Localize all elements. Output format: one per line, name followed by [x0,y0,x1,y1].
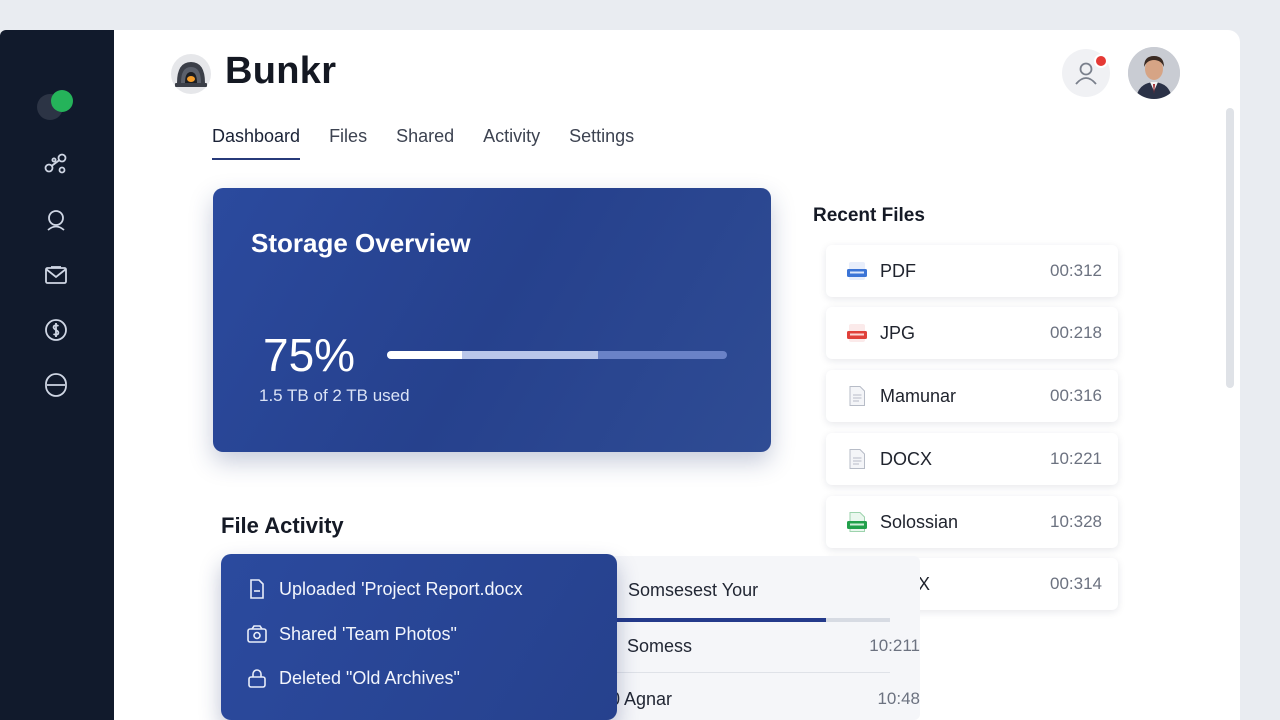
storage-progress-bar [387,351,727,359]
table-row[interactable]: Somess 10:211 [610,636,920,657]
file-time: 00:316 [1050,386,1102,405]
activity-progress-bar [610,618,890,622]
storage-percent: 75% [263,329,356,381]
lock-delete-icon [248,669,266,688]
storage-used-label: 1.5 TB of 2 TB used [259,386,410,405]
app-logo-icon[interactable] [36,87,76,123]
activity-event-text: Deleted "Old Archives" [279,667,460,688]
avatar[interactable] [1128,47,1180,99]
file-name: Mamunar [880,385,957,406]
table-row[interactable]: Somsesest Your [610,580,920,601]
tab-files[interactable]: Files [329,126,367,160]
user-icon[interactable] [42,206,70,234]
share-icon[interactable] [42,150,70,178]
activity-event[interactable]: Uploaded 'Project Report.docx [246,578,523,600]
mail-icon[interactable] [42,261,70,289]
tab-activity[interactable]: Activity [483,126,540,160]
recent-file-row[interactable]: Mamunar 00:316 [826,370,1118,422]
file-name: Solossian [880,511,959,532]
activity-event-text: Uploaded 'Project Report.docx [279,578,523,599]
file-upload-icon [250,579,264,599]
storage-overview-card: Storage Overview 75% 1.5 TB of 2 TB used [213,188,771,452]
row-time: 10:48 [877,689,920,708]
document-icon [849,449,865,469]
tab-shared[interactable]: Shared [396,126,454,160]
activity-event[interactable]: Deleted "Old Archives" [246,667,460,689]
activity-event-text: Shared 'Team Photos" [279,623,457,644]
pdf-badge-red-icon [847,324,867,342]
row-time: 10:211 [869,636,920,655]
row-name: Somess [627,636,693,656]
storage-title: Storage Overview [251,228,471,258]
nav-tabs: Dashboard Files Shared Activity Settings [212,126,634,160]
doc-badge-blue-icon [847,262,867,280]
row-name: Somsesest Your [628,580,759,600]
file-time: 10:221 [1050,449,1102,468]
activity-event[interactable]: Shared 'Team Photos" [246,623,457,645]
row-name: 0 Agnar [610,689,673,709]
image-badge-green-icon [847,512,867,532]
recent-files-title: Recent Files [813,205,925,226]
tab-dashboard[interactable]: Dashboard [212,126,301,160]
file-time: 00:312 [1050,261,1102,280]
row-divider [610,672,890,673]
file-time: 00:218 [1050,323,1102,342]
file-name: PDF [880,260,916,281]
sidebar [0,30,114,720]
recent-file-row[interactable]: PDF 00:312 [826,245,1118,297]
file-name: DOCX [880,448,933,469]
activity-progress-fill [610,618,826,622]
app-title: Bunkr [225,50,337,92]
globe-icon[interactable] [42,370,70,398]
storage-progress-secondary [461,351,598,359]
recent-file-row[interactable]: DOCX 10:221 [826,433,1118,485]
file-time: 00:314 [1050,574,1102,593]
billing-icon[interactable] [42,316,70,344]
user-photo-icon [1128,47,1180,99]
file-activity-title: File Activity [221,513,344,538]
file-name: JPG [880,322,916,343]
tab-settings[interactable]: Settings [569,126,634,160]
recent-file-row[interactable]: Solossian 10:328 [826,496,1118,548]
scrollbar[interactable] [1226,108,1234,388]
document-icon [849,386,865,406]
file-time: 10:328 [1050,512,1102,531]
image-share-icon [247,625,267,643]
notification-badge [1094,54,1108,68]
activity-events-card: Uploaded 'Project Report.docx Shared 'Te… [221,554,617,720]
recent-file-row[interactable]: JPG 00:218 [826,307,1118,359]
storage-progress-fill [387,351,462,359]
table-row[interactable]: 0 Agnar 10:48 [610,689,920,710]
brand-logo-icon[interactable] [170,53,212,95]
